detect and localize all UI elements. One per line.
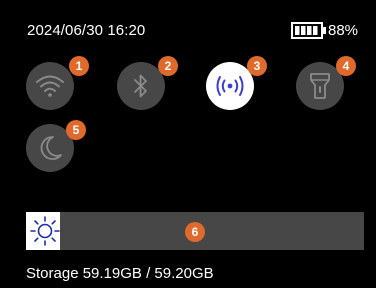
battery-icon	[291, 22, 326, 39]
storage-label: Storage 59.19GB / 59.20GB	[26, 265, 214, 282]
callout-badge-5: 5	[66, 120, 86, 140]
callout-badge-2: 2	[158, 56, 178, 76]
bluetooth-icon	[134, 74, 147, 98]
wifi-icon	[36, 75, 64, 97]
wifi-toggle[interactable]	[26, 62, 74, 110]
sun-icon	[30, 216, 60, 246]
callout-badge-6: 6	[185, 222, 205, 242]
battery-percent: 88%	[328, 22, 359, 39]
callout-badge-4: 4	[336, 56, 356, 76]
callout-badge-1: 1	[69, 56, 89, 76]
status-bar: 2024/06/30 16:20 88%	[0, 0, 376, 62]
moon-icon	[40, 136, 62, 160]
datetime: 2024/06/30 16:20	[27, 22, 146, 39]
callout-badge-3: 3	[247, 56, 267, 76]
flashlight-icon	[310, 73, 330, 99]
hotspot-icon	[216, 76, 244, 96]
